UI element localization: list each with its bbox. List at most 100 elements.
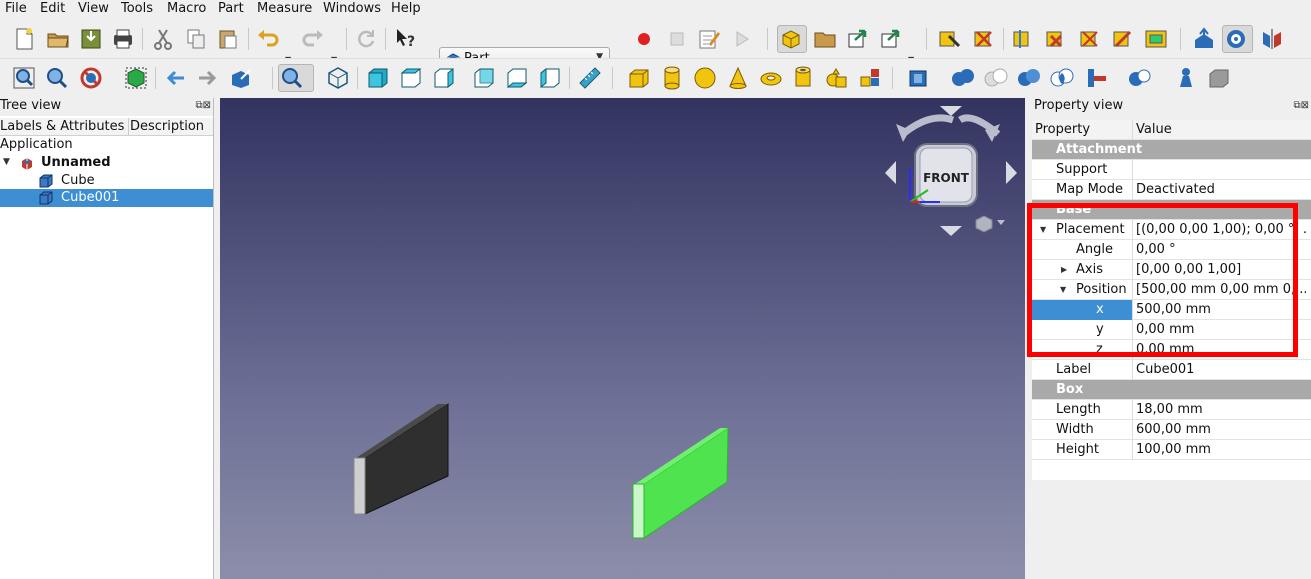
tree-document-row[interactable]: ▼ Unnamed	[0, 154, 213, 172]
view-bottom-icon[interactable]	[504, 65, 530, 91]
property-col-name[interactable]: Property	[1035, 122, 1090, 137]
std-views-menu-icon[interactable]	[278, 64, 314, 92]
prop-height-value[interactable]: 100,00 mm	[1136, 442, 1306, 457]
boolean-union-icon[interactable]	[950, 65, 976, 91]
prop-width[interactable]: Width 600,00 mm	[1032, 420, 1311, 440]
view-left-icon[interactable]	[537, 65, 563, 91]
prop-map-mode-value[interactable]: Deactivated	[1136, 182, 1306, 197]
prop-length[interactable]: Length 18,00 mm	[1032, 400, 1311, 420]
panel-float-close-icons[interactable]: ⧉⊠	[195, 100, 211, 111]
split-features-icon[interactable]	[1127, 65, 1153, 91]
part-shape-builder-icon[interactable]	[857, 65, 883, 91]
menu-part[interactable]: Part	[218, 1, 244, 16]
panel-float-close-icons[interactable]: ⧉⊠	[1293, 100, 1309, 111]
prop-length-value[interactable]: 18,00 mm	[1136, 402, 1306, 417]
boolean-fuse-icon[interactable]	[1016, 65, 1042, 91]
join-features-icon[interactable]	[1084, 65, 1110, 91]
property-col-value[interactable]: Value	[1136, 122, 1306, 137]
link-icon[interactable]	[845, 26, 871, 52]
run-macro-icon[interactable]	[729, 26, 755, 52]
std-workbench-icon[interactable]	[1191, 26, 1217, 52]
boolean-cut-icon[interactable]	[983, 65, 1009, 91]
prop-map-mode[interactable]: Map Mode Deactivated	[1032, 180, 1311, 200]
undo-icon[interactable]	[255, 26, 281, 52]
measure-linear-icon[interactable]	[1010, 26, 1036, 52]
section-icon[interactable]	[1259, 26, 1285, 52]
whats-this-icon[interactable]: ?	[393, 26, 419, 52]
prop-support[interactable]: Support	[1032, 160, 1311, 180]
prop-label[interactable]: Label Cube001	[1032, 360, 1311, 380]
record-macro-icon[interactable]	[631, 26, 657, 52]
part-primitives-icon[interactable]	[824, 65, 850, 91]
measure-toggle-all-icon[interactable]	[1143, 26, 1169, 52]
link-navigation-icon[interactable]	[228, 65, 254, 91]
menu-tools[interactable]: Tools	[121, 1, 153, 16]
menu-view[interactable]: View	[78, 1, 109, 16]
selection-filter-icon[interactable]	[1222, 25, 1253, 53]
check-geometry-icon[interactable]	[1206, 65, 1232, 91]
menu-edit[interactable]: Edit	[40, 1, 65, 16]
forward-arrow-icon[interactable]	[195, 65, 221, 91]
view-right-icon[interactable]	[431, 65, 457, 91]
paste-icon[interactable]	[215, 26, 241, 52]
group-box[interactable]: Box	[1032, 380, 1311, 400]
measure-angular-icon[interactable]	[1077, 26, 1103, 52]
stop-macro-icon[interactable]	[664, 26, 690, 52]
cut-shape-icon[interactable]	[971, 26, 997, 52]
part-cylinder-icon[interactable]	[659, 65, 685, 91]
boolean-icon[interactable]	[937, 26, 963, 52]
save-icon[interactable]	[78, 26, 104, 52]
group-attachment[interactable]: Attachment	[1032, 140, 1311, 160]
part-design-body-icon[interactable]	[777, 25, 807, 53]
tree-item-cube001[interactable]: Cube001	[0, 189, 213, 207]
measure-clear-icon[interactable]	[1043, 26, 1069, 52]
cut-icon[interactable]	[150, 26, 176, 52]
menu-windows[interactable]: Windows	[323, 1, 381, 16]
menu-measure[interactable]: Measure	[257, 1, 312, 16]
part-tube-icon[interactable]	[790, 65, 816, 91]
view-front-icon[interactable]	[365, 65, 391, 91]
highlight-annotation-box	[1027, 203, 1298, 357]
draw-style-icon[interactable]	[78, 65, 104, 91]
group-folder-icon[interactable]	[812, 26, 838, 52]
redo-icon[interactable]	[300, 26, 326, 52]
refresh-icon[interactable]	[353, 26, 379, 52]
new-file-icon[interactable]	[11, 26, 37, 52]
boolean-common-icon[interactable]	[1049, 65, 1075, 91]
measure-toggle-3d-icon[interactable]	[1110, 26, 1136, 52]
prop-label-value[interactable]: Cube001	[1136, 362, 1306, 377]
fit-selection-icon[interactable]	[44, 65, 70, 91]
view-top-icon[interactable]	[398, 65, 424, 91]
open-file-icon[interactable]	[45, 26, 71, 52]
copy-icon[interactable]	[183, 26, 209, 52]
compound-tools-icon[interactable]	[1173, 65, 1199, 91]
navigation-cube[interactable]: FRONT	[885, 106, 1017, 236]
view-rear-icon[interactable]	[471, 65, 497, 91]
fit-all-icon[interactable]	[11, 65, 37, 91]
tree-col-labels[interactable]: Labels & Attributes	[0, 119, 124, 134]
link-actions-icon[interactable]	[878, 26, 904, 52]
print-icon[interactable]	[110, 26, 136, 52]
prop-width-value[interactable]: 600,00 mm	[1136, 422, 1306, 437]
menu-macro[interactable]: Macro	[167, 1, 206, 16]
back-arrow-icon[interactable]	[162, 65, 188, 91]
measure-distance-icon[interactable]	[577, 65, 603, 91]
part-torus-icon[interactable]	[758, 65, 784, 91]
part-sphere-icon[interactable]	[692, 65, 718, 91]
expand-arrow-icon[interactable]: ▼	[3, 157, 10, 167]
part-cone-icon[interactable]	[725, 65, 751, 91]
bounding-box-icon[interactable]	[123, 65, 149, 91]
prop-height[interactable]: Height 100,00 mm	[1032, 440, 1311, 460]
menu-help[interactable]: Help	[391, 1, 421, 16]
cube001-object[interactable]	[632, 427, 729, 539]
group-attachment-label: Attachment	[1056, 142, 1143, 157]
tree-col-description[interactable]: Description	[130, 119, 204, 134]
menu-file[interactable]: File	[5, 1, 27, 16]
tree-item-cube[interactable]: Cube	[0, 172, 213, 190]
part-box-icon[interactable]	[626, 65, 652, 91]
cube-object[interactable]	[353, 403, 449, 515]
view-isometric-icon[interactable]	[325, 65, 351, 91]
edit-macro-icon[interactable]	[696, 26, 722, 52]
part-extrude-icon[interactable]	[906, 65, 932, 91]
3d-viewport[interactable]: FRONT	[220, 98, 1025, 579]
